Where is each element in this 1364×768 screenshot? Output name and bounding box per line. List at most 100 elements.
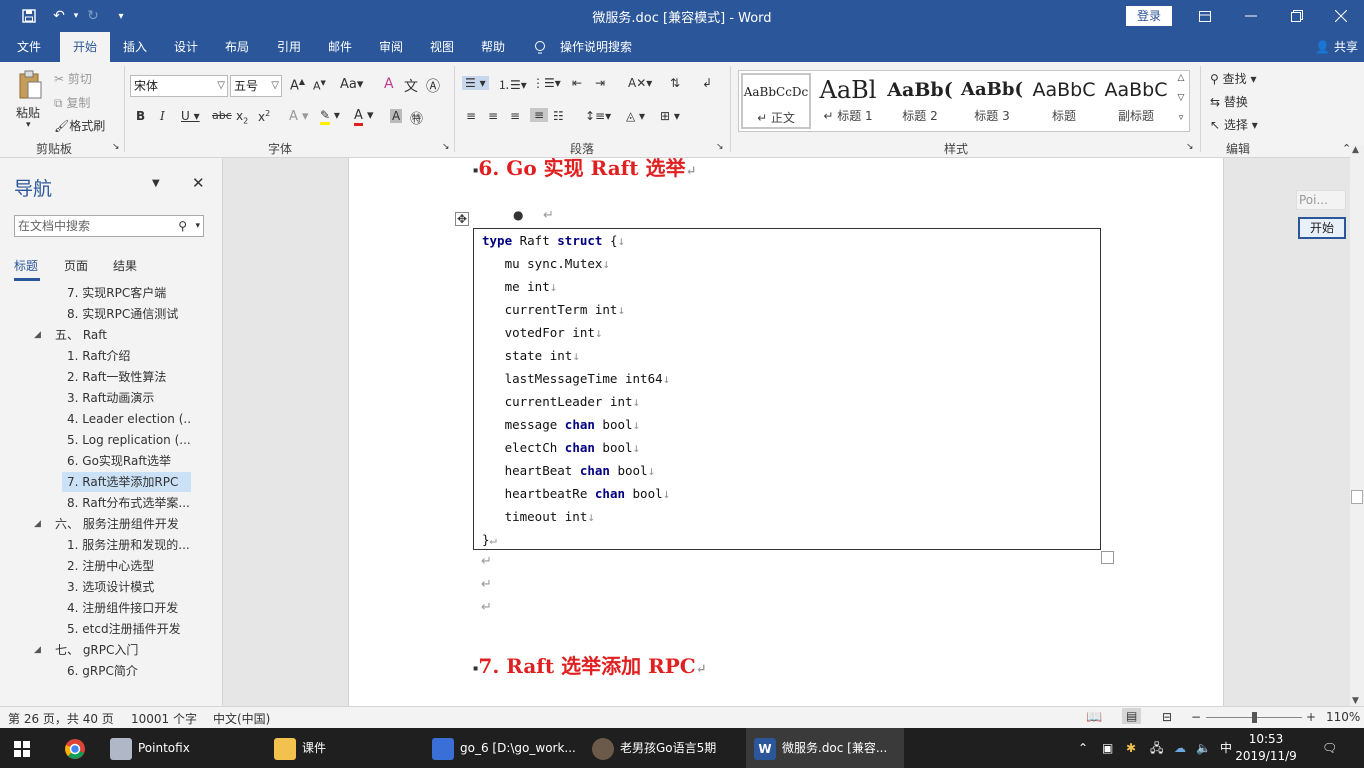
tab-view[interactable]: 视图 [419, 32, 465, 62]
superscript-icon[interactable]: x2 [258, 109, 270, 124]
vertical-scrollbar[interactable]: ▲ ▼ [1350, 145, 1364, 706]
style-heading-3[interactable]: AaBb( 标题 3 [957, 73, 1027, 129]
nav-tab-results[interactable]: 结果 [113, 257, 137, 274]
align-right-icon[interactable]: ≡ [510, 109, 520, 123]
copy-button[interactable]: ⧉ 复制 [54, 94, 90, 111]
chrome-icon[interactable] [64, 728, 88, 768]
notifications-icon[interactable]: 🗨 [1322, 728, 1342, 768]
code-block[interactable]: type Raft struct {↓ mu sync.Mutex↓ me in… [473, 228, 1101, 550]
paste-icon[interactable] [16, 70, 44, 100]
font-color-icon[interactable]: A ▾ [354, 108, 374, 126]
paste-dropdown-icon[interactable]: ▾ [26, 120, 31, 130]
heading-7[interactable]: ▪7. Raft 选举添加 RPC↵ [473, 650, 707, 679]
read-mode-icon[interactable]: 📖 [1086, 710, 1102, 725]
collapse-caret-icon[interactable]: ◢ [34, 640, 41, 660]
taskbar-word[interactable]: W 微服务.doc [兼容... [746, 728, 904, 768]
text-effects-icon[interactable]: A ▾ [289, 109, 309, 124]
tab-help[interactable]: 帮助 [470, 32, 516, 62]
table-move-handle-icon[interactable]: ✥ [455, 212, 469, 226]
styles-launcher-icon[interactable]: ↘ [1186, 142, 1194, 152]
numbering-icon[interactable]: ⒈☰▾ [498, 76, 527, 93]
enclose-characters-icon[interactable]: Ⓐ [426, 76, 440, 96]
taskbar-goland[interactable]: go_6 [D:\go_work... [428, 728, 584, 768]
chevron-down-icon[interactable]: ▾ [195, 216, 200, 236]
cloud-icon[interactable]: ☁ [1174, 728, 1190, 768]
font-launcher-icon[interactable]: ↘ [442, 142, 450, 152]
tab-layout[interactable]: 布局 [214, 32, 260, 62]
nav-search-input[interactable]: 在文档中搜索 ⚲ ▾ [14, 215, 204, 237]
page-count[interactable]: 第 26 页，共 40 页 [8, 710, 114, 727]
taskbar-folder[interactable]: 课件 [268, 728, 418, 768]
nav-heading-item[interactable]: 2. 注册中心选型 [62, 556, 191, 576]
nav-heading-item[interactable]: 3. 选项设计模式 [62, 577, 191, 597]
pointofix-start-button[interactable]: 开始 [1298, 217, 1346, 239]
find-button[interactable]: ⚲ 查找 ▾ [1210, 70, 1256, 87]
decrease-indent-icon[interactable]: ⇤ [572, 76, 582, 90]
heading-6[interactable]: ▪6. Go 实现 Raft 选举↵ [473, 158, 696, 181]
grow-font-icon[interactable]: A▲ [290, 77, 305, 93]
align-center-icon[interactable]: ≡ [488, 109, 498, 123]
font-size-combo[interactable]: 五号 ▽ [230, 75, 282, 97]
tab-review[interactable]: 审阅 [368, 32, 414, 62]
subscript-icon[interactable]: x2 [236, 109, 248, 125]
tab-design[interactable]: 设计 [163, 32, 209, 62]
nav-heading-item[interactable]: 6. gRPC简介 [62, 661, 191, 681]
nav-options-icon[interactable]: ▼ [152, 178, 160, 189]
close-icon[interactable] [1318, 0, 1364, 32]
nav-tab-headings[interactable]: 标题 [14, 257, 38, 274]
styles-scroll-up-icon[interactable]: △ [1173, 73, 1189, 83]
ribbon-display-options-icon[interactable] [1182, 0, 1228, 32]
taskbar-pointofix[interactable]: Pointofix [104, 728, 264, 768]
character-shading-icon[interactable]: A [390, 109, 403, 123]
style-heading-2[interactable]: AaBb( 标题 2 [885, 73, 955, 129]
justify-icon[interactable]: ≡ [530, 108, 549, 122]
collapse-caret-icon[interactable]: ◢ [34, 514, 41, 534]
line-spacing-icon[interactable]: ↕≡▾ [585, 109, 611, 123]
font-name-combo[interactable]: 宋体 ▽ [130, 75, 228, 97]
language[interactable]: 中文(中国) [213, 710, 270, 727]
distributed-icon[interactable]: ☷ [553, 109, 564, 123]
highlight-icon[interactable]: ✎ ▾ [320, 108, 340, 125]
nav-heading-item[interactable]: 1. 服务注册和发现的... [62, 535, 191, 555]
network-icon[interactable]: 🖧 [1150, 728, 1166, 768]
scroll-up-icon[interactable]: ▲ [1352, 145, 1359, 155]
paragraph-launcher-icon[interactable]: ↘ [716, 142, 724, 152]
nav-close-icon[interactable]: ✕ [192, 174, 205, 192]
clipboard-launcher-icon[interactable]: ↘ [112, 142, 120, 152]
taskbar-browser-tab[interactable]: 老男孩Go语言5期 [588, 728, 742, 768]
style-title[interactable]: AaBbC 标题 [1029, 73, 1099, 129]
search-icon[interactable]: ⚲ [178, 216, 187, 236]
select-button[interactable]: ↖ 选择 ▾ [1210, 116, 1258, 133]
tab-home[interactable]: 开始 [60, 32, 110, 62]
nav-heading-item[interactable]: 8. 实现RPC通信测试 [62, 304, 191, 324]
tab-file[interactable]: 文件 [6, 32, 52, 62]
sort-icon[interactable]: ⇅ [670, 76, 680, 90]
nav-tab-pages[interactable]: 页面 [64, 257, 88, 274]
nav-heading-item[interactable]: 1. Raft介绍 [62, 346, 191, 366]
nav-heading-item[interactable]: 7. Raft选举添加RPC [62, 472, 191, 492]
clock[interactable]: 10:53 2019/11/9 [1232, 731, 1300, 765]
bullets-icon[interactable]: ☰ ▾ [462, 76, 489, 90]
format-painter-button[interactable]: 🖌格式刷 [54, 117, 105, 134]
tab-insert[interactable]: 插入 [112, 32, 158, 62]
nav-heading-item[interactable]: 3. Raft动画演示 [62, 388, 191, 408]
underline-icon[interactable]: U ▾ [181, 109, 200, 123]
scroll-thumb[interactable] [1351, 490, 1363, 504]
zoom-in-icon[interactable]: + [1306, 710, 1316, 724]
shrink-font-icon[interactable]: A▼ [313, 79, 326, 93]
show-marks-icon[interactable]: ↲ [702, 76, 712, 90]
zoom-out-icon[interactable]: − [1191, 710, 1201, 724]
login-button[interactable]: 登录 [1126, 6, 1172, 26]
nav-heading-item[interactable]: 4. Leader election (... [62, 409, 191, 429]
nav-heading-item[interactable]: 7. 实现RPC客户端 [62, 283, 191, 303]
word-count[interactable]: 10001 个字 [131, 710, 197, 727]
style-subtitle[interactable]: AaBbC 副标题 [1101, 73, 1171, 129]
nav-heading-item[interactable]: 6. Go实现Raft选举 [62, 451, 191, 471]
tab-references[interactable]: 引用 [266, 32, 312, 62]
multilevel-list-icon[interactable]: ⋮☰▾ [532, 76, 561, 90]
pointofix-mini-bar[interactable]: Poi... [1296, 190, 1346, 210]
style-normal[interactable]: AaBbCcDc ↵ 正文 [741, 73, 811, 129]
minimize-icon[interactable] [1228, 0, 1274, 32]
windows-start-icon[interactable] [14, 728, 34, 768]
italic-icon[interactable]: I [160, 109, 165, 123]
